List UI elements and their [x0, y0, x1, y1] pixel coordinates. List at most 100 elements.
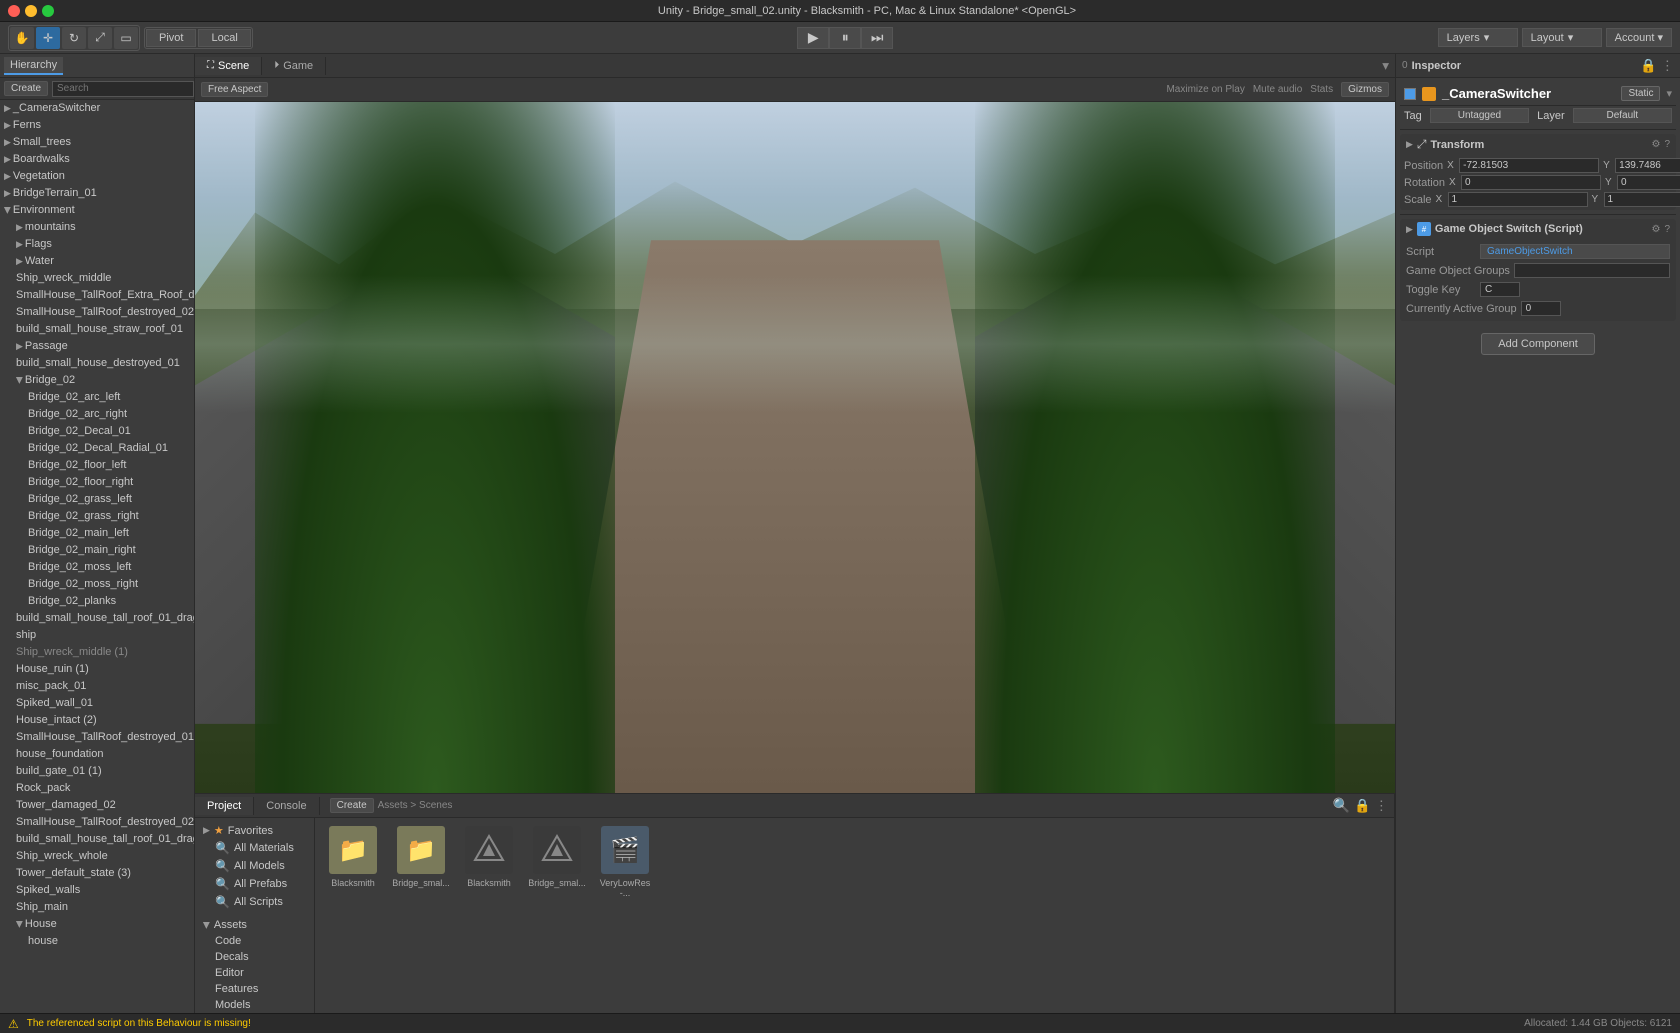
- game-tab[interactable]: ⏵ Game: [262, 57, 326, 75]
- tag-dropdown[interactable]: Untagged: [1430, 108, 1529, 123]
- script-component-header[interactable]: ▶ # Game Object Switch (Script) ⚙ ?: [1400, 219, 1676, 239]
- file-item[interactable]: 📁 Blacksmith: [323, 826, 383, 898]
- list-item[interactable]: Spiked_wall_01: [0, 695, 194, 712]
- list-item[interactable]: Bridge_02_main_left: [0, 525, 194, 542]
- list-item[interactable]: ▶Bridge_02: [0, 372, 194, 389]
- lock-icon[interactable]: 🔒: [1354, 797, 1371, 814]
- all-prefabs-item[interactable]: 🔍 All Prefabs: [199, 875, 310, 893]
- list-item[interactable]: ▶_CameraSwitcher: [0, 100, 194, 117]
- list-item[interactable]: ▶mountains: [0, 219, 194, 236]
- hierarchy-tab[interactable]: Hierarchy: [4, 57, 63, 75]
- list-item[interactable]: ▶Flags: [0, 236, 194, 253]
- list-item[interactable]: build_small_house_tall_roof_01_dragon...: [0, 610, 194, 627]
- free-aspect-button[interactable]: Free Aspect: [201, 82, 268, 97]
- transform-help-icon[interactable]: ?: [1664, 139, 1670, 150]
- list-item[interactable]: house_foundation: [0, 746, 194, 763]
- list-item[interactable]: House_intact (2): [0, 712, 194, 729]
- script-value-button[interactable]: GameObjectSwitch: [1480, 244, 1670, 259]
- file-item[interactable]: Blacksmith: [459, 826, 519, 898]
- minimize-button[interactable]: [25, 5, 37, 17]
- layout-dropdown[interactable]: Layout ▾: [1522, 28, 1602, 47]
- account-dropdown[interactable]: Account ▾: [1606, 28, 1672, 47]
- rot-x-input[interactable]: [1461, 175, 1601, 190]
- static-badge[interactable]: Static: [1621, 86, 1660, 101]
- list-item[interactable]: ▶Boardwalks: [0, 151, 194, 168]
- favorites-item[interactable]: ▶ ★ Favorites: [199, 822, 310, 839]
- list-item[interactable]: Ship_wreck_middle: [0, 270, 194, 287]
- list-item[interactable]: Bridge_02_grass_right: [0, 508, 194, 525]
- list-item[interactable]: ▶House: [0, 916, 194, 933]
- list-item[interactable]: Bridge_02_floor_right: [0, 474, 194, 491]
- go-color-icon[interactable]: [1422, 87, 1436, 101]
- all-scripts-item[interactable]: 🔍 All Scripts: [199, 893, 310, 911]
- list-item[interactable]: House_ruin (1): [0, 661, 194, 678]
- list-item[interactable]: build_small_house_tall_roof_01_dragon...: [0, 831, 194, 848]
- scene-tab[interactable]: ⛶ Scene: [195, 57, 262, 75]
- script-settings-icon[interactable]: ⚙: [1651, 224, 1660, 235]
- list-item[interactable]: build_small_house_destroyed_01: [0, 355, 194, 372]
- list-item[interactable]: ▶Water: [0, 253, 194, 270]
- list-item[interactable]: Bridge_02_arc_right: [0, 406, 194, 423]
- layer-dropdown[interactable]: Default: [1573, 108, 1672, 123]
- rot-y-input[interactable]: [1617, 175, 1680, 190]
- scale-x-input[interactable]: [1448, 192, 1588, 207]
- list-item[interactable]: Bridge_02_moss_right: [0, 576, 194, 593]
- list-item[interactable]: Ship_wreck_whole: [0, 848, 194, 865]
- close-button[interactable]: [8, 5, 20, 17]
- groups-input[interactable]: [1514, 263, 1670, 278]
- list-item[interactable]: Bridge_02_Decal_Radial_01: [0, 440, 194, 457]
- toggle-key-input[interactable]: [1480, 282, 1520, 297]
- list-item[interactable]: ▶BridgeTerrain_01: [0, 185, 194, 202]
- list-item[interactable]: SmallHouse_TallRoof_destroyed_02: [0, 304, 194, 321]
- pos-x-input[interactable]: [1459, 158, 1599, 173]
- gizmos-button[interactable]: Gizmos: [1341, 82, 1389, 97]
- inspector-menu-icon[interactable]: ⋮: [1661, 58, 1674, 74]
- list-item[interactable]: ▶Passage: [0, 338, 194, 355]
- hierarchy-create-button[interactable]: Create: [4, 81, 48, 96]
- list-item[interactable]: build_small_house_straw_roof_01: [0, 321, 194, 338]
- layers-dropdown[interactable]: Layers ▾: [1438, 28, 1518, 47]
- pivot-button[interactable]: Pivot: [146, 29, 196, 47]
- list-item[interactable]: Bridge_02_grass_left: [0, 491, 194, 508]
- all-materials-item[interactable]: 🔍 All Materials: [199, 839, 310, 857]
- play-button[interactable]: ▶: [797, 27, 829, 49]
- project-create-button[interactable]: Create: [330, 798, 374, 813]
- maximize-button[interactable]: [42, 5, 54, 17]
- list-item[interactable]: build_gate_01 (1): [0, 763, 194, 780]
- list-item[interactable]: Bridge_02_arc_left: [0, 389, 194, 406]
- list-item[interactable]: Ship_main: [0, 899, 194, 916]
- list-item[interactable]: SmallHouse_TallRoof_destroyed_01 (1): [0, 729, 194, 746]
- editor-folder-item[interactable]: Editor: [199, 965, 310, 981]
- list-item[interactable]: misc_pack_01: [0, 678, 194, 695]
- static-dropdown-icon[interactable]: ▾: [1666, 87, 1672, 100]
- rotate-tool-button[interactable]: ↻: [62, 27, 86, 49]
- script-help-icon[interactable]: ?: [1664, 224, 1670, 235]
- list-item[interactable]: ▶Small_trees: [0, 134, 194, 151]
- list-item[interactable]: Bridge_02_main_right: [0, 542, 194, 559]
- list-item[interactable]: Bridge_02_planks: [0, 593, 194, 610]
- hand-tool-button[interactable]: ✋: [10, 27, 34, 49]
- scale-y-input[interactable]: [1604, 192, 1680, 207]
- go-active-checkbox[interactable]: [1404, 88, 1416, 100]
- viewport-collapse-button[interactable]: ▾: [1376, 58, 1395, 74]
- add-component-button[interactable]: Add Component: [1481, 333, 1595, 355]
- list-item[interactable]: Spiked_walls: [0, 882, 194, 899]
- console-tab[interactable]: Console: [254, 797, 319, 815]
- scale-tool-button[interactable]: ⤢: [88, 27, 112, 49]
- file-item[interactable]: Bridge_smal...: [527, 826, 587, 898]
- list-item[interactable]: Bridge_02_floor_left: [0, 457, 194, 474]
- step-button[interactable]: ⏭: [861, 27, 893, 49]
- decals-folder-item[interactable]: Decals: [199, 949, 310, 965]
- list-item[interactable]: SmallHouse_TallRoof_Extra_Roof_dama...: [0, 287, 194, 304]
- list-item[interactable]: Rock_pack: [0, 780, 194, 797]
- menu-icon[interactable]: ⋮: [1375, 797, 1388, 814]
- window-controls[interactable]: [8, 5, 54, 17]
- local-button[interactable]: Local: [198, 29, 250, 47]
- list-item[interactable]: Bridge_02_moss_left: [0, 559, 194, 576]
- list-item[interactable]: ship: [0, 627, 194, 644]
- features-folder-item[interactable]: Features: [199, 981, 310, 997]
- list-item[interactable]: ▶Vegetation: [0, 168, 194, 185]
- assets-root-item[interactable]: ▶ Assets: [199, 917, 310, 933]
- list-item[interactable]: Bridge_02_Decal_01: [0, 423, 194, 440]
- list-item[interactable]: ▶Environment: [0, 202, 194, 219]
